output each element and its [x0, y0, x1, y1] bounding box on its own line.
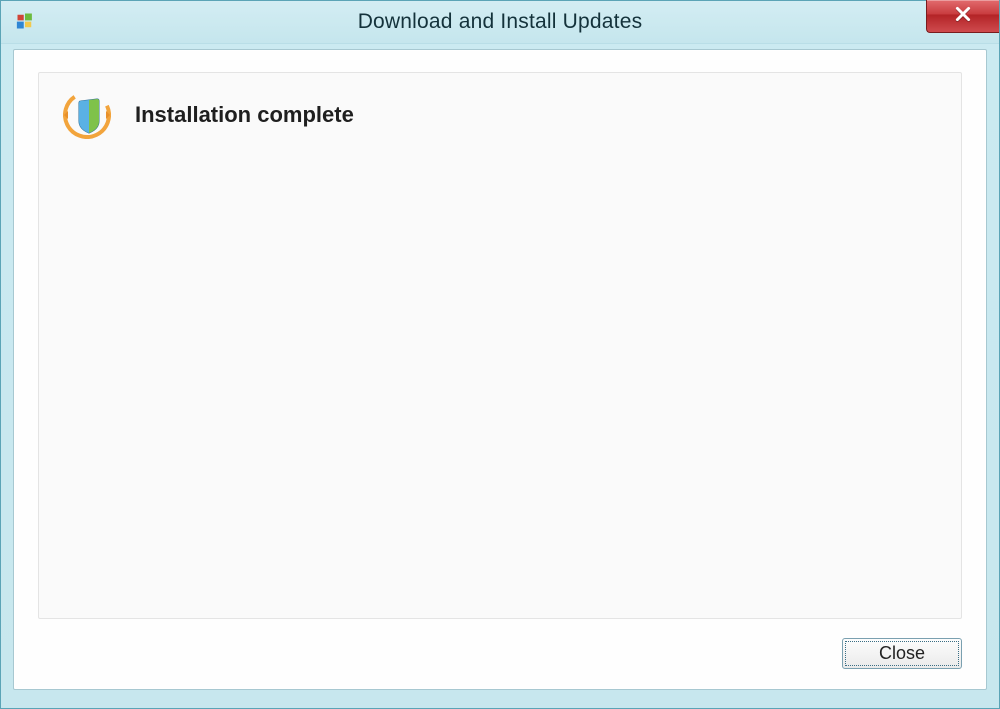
window-close-button[interactable]: [926, 0, 999, 33]
dialog-buttons: Close: [842, 638, 962, 669]
content-panel: Installation complete: [38, 72, 962, 619]
windows-update-shield-icon: [63, 91, 111, 139]
close-button[interactable]: Close: [842, 638, 962, 669]
status-heading: Installation complete: [135, 102, 354, 128]
window-title: Download and Install Updates: [1, 10, 999, 34]
dialog-window: Download and Install Updates: [0, 0, 1000, 709]
windows-update-icon: [15, 11, 35, 31]
client-area: Installation complete Close: [13, 49, 987, 690]
status-row: Installation complete: [39, 73, 961, 139]
close-icon: [954, 5, 972, 28]
titlebar: Download and Install Updates: [1, 1, 999, 44]
